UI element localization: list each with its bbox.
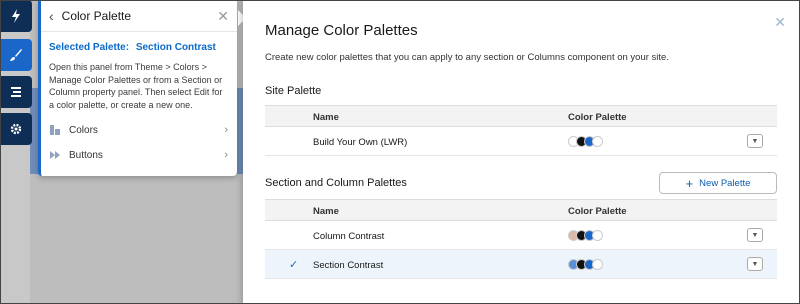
- section-column-heading: Section and Column Palettes: [265, 177, 407, 189]
- new-palette-button[interactable]: + New Palette: [659, 172, 777, 194]
- column-header-name: Name: [313, 206, 339, 217]
- column-header-palette: Color Palette: [568, 112, 627, 123]
- selected-palette-name: Section Contrast: [135, 42, 216, 53]
- site-palette-table: Name Color Palette Build Your Own (LWR) ▼: [265, 105, 777, 156]
- row-menu-button[interactable]: ▼: [747, 134, 763, 148]
- lightning-icon: [12, 9, 20, 23]
- color-dot: [592, 230, 603, 241]
- panel-item-label: Buttons: [69, 149, 103, 161]
- back-chevron-icon[interactable]: ‹: [49, 8, 54, 24]
- color-palette-panel: ‹ Color Palette ✕ Selected Palette: Sect…: [38, 0, 246, 176]
- row-menu-button[interactable]: ▼: [747, 228, 763, 242]
- manage-palettes-modal: Manage Color Palettes ✕ Create new color…: [243, 0, 800, 304]
- brush-icon: [10, 49, 22, 61]
- left-rail: [0, 0, 34, 304]
- palette-swatch: [568, 259, 603, 270]
- table-row[interactable]: ✓ Section Contrast ▼: [265, 250, 777, 279]
- selected-palette-label: Selected Palette: Section Contrast: [49, 42, 237, 53]
- color-dot: [592, 136, 603, 147]
- new-palette-label: New Palette: [699, 177, 751, 189]
- brush-button[interactable]: [0, 39, 32, 71]
- close-icon[interactable]: ✕: [217, 8, 229, 25]
- gear-icon: [10, 123, 22, 135]
- panel-header: ‹ Color Palette ✕: [41, 0, 246, 32]
- plus-icon: +: [685, 175, 694, 191]
- chevron-right-icon: ›: [224, 149, 228, 161]
- lightning-button[interactable]: [0, 0, 32, 32]
- column-header-name: Name: [313, 112, 339, 123]
- modal-title: Manage Color Palettes: [265, 22, 418, 39]
- list-icon: [11, 87, 21, 97]
- chevron-right-icon: ›: [224, 124, 228, 136]
- row-menu-button[interactable]: ▼: [747, 257, 763, 271]
- column-header-palette: Color Palette: [568, 206, 627, 217]
- panel-title: Color Palette: [61, 8, 132, 23]
- panel-description: Open this panel from Theme > Colors > Ma…: [49, 62, 223, 110]
- panel-item-label: Colors: [69, 124, 98, 136]
- close-icon[interactable]: ✕: [774, 14, 786, 31]
- palette-name: Section Contrast: [313, 260, 384, 271]
- palette-swatch: [568, 230, 603, 241]
- table-row[interactable]: Build Your Own (LWR) ▼: [265, 127, 777, 156]
- checkmark-icon: ✓: [289, 259, 299, 271]
- table-row[interactable]: Column Contrast ▼: [265, 221, 777, 250]
- panel-item-buttons[interactable]: Buttons ›: [49, 146, 232, 164]
- gear-button[interactable]: [0, 113, 32, 145]
- selected-prefix: Selected Palette:: [49, 42, 130, 53]
- palette-swatch: [568, 136, 603, 147]
- table-header: Name Color Palette: [265, 105, 777, 127]
- table-header: Name Color Palette: [265, 199, 777, 221]
- panel-item-colors[interactable]: Colors ›: [49, 121, 232, 139]
- list-button[interactable]: [0, 76, 32, 108]
- site-palette-heading: Site Palette: [265, 85, 322, 97]
- color-dot: [592, 259, 603, 270]
- palette-icon: [49, 124, 61, 136]
- palette-name: Column Contrast: [313, 231, 385, 242]
- modal-description: Create new color palettes that you can a…: [265, 52, 669, 63]
- palette-name: Build Your Own (LWR): [313, 137, 408, 148]
- section-palette-table: Name Color Palette Column Contrast ▼ ✓ Sect…: [265, 199, 777, 279]
- buttons-icon: [49, 149, 61, 161]
